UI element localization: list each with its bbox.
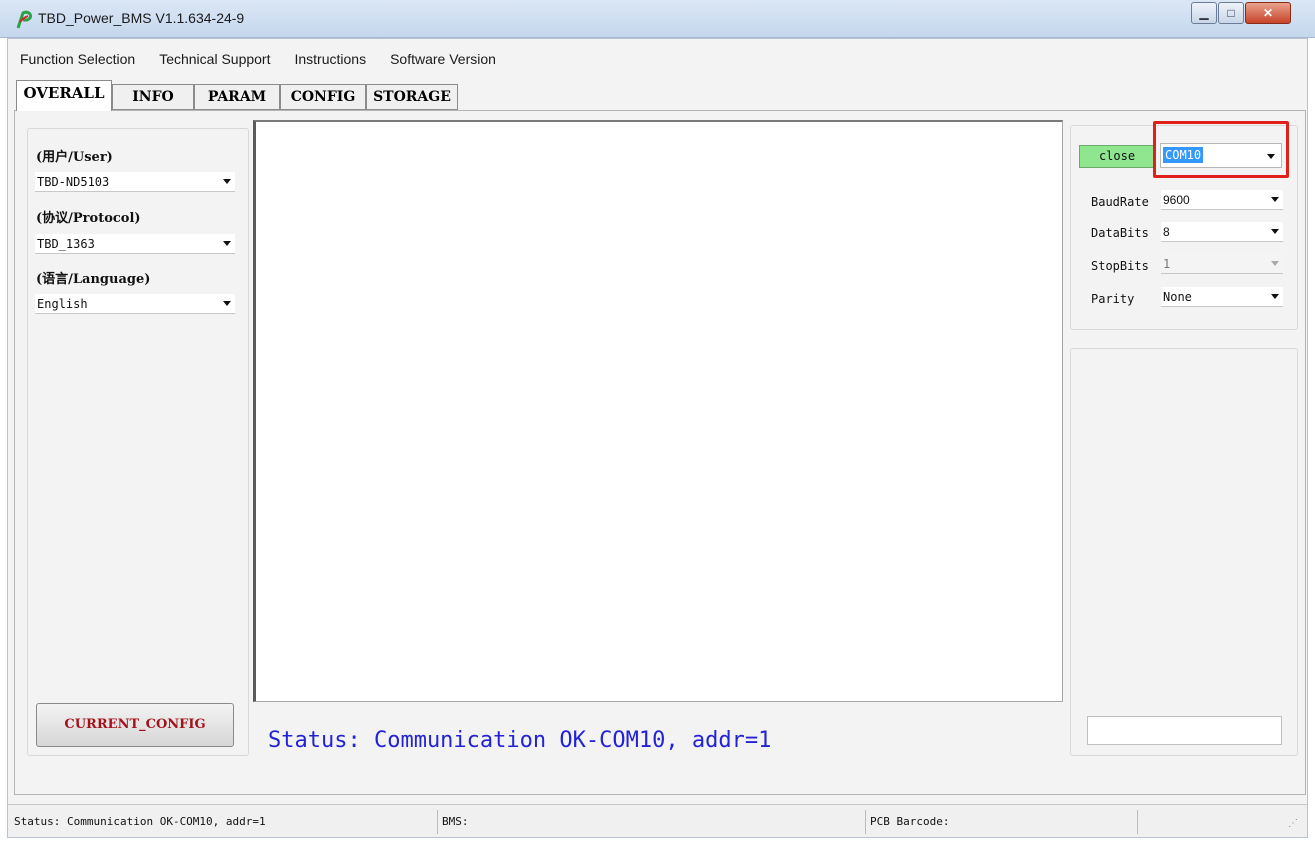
chevron-down-icon [223, 241, 231, 246]
maximize-button[interactable]: □ [1218, 2, 1244, 24]
app-logo-icon [16, 10, 33, 29]
chevron-down-icon [223, 301, 231, 306]
statusbar-pcb-barcode: PCB Barcode: [866, 810, 1138, 834]
menu-function-selection[interactable]: Function Selection [20, 51, 135, 67]
tab-info[interactable]: INFO [112, 84, 194, 110]
language-select-value: English [37, 297, 88, 311]
chevron-down-icon [1271, 294, 1279, 299]
minimize-icon: ▁ [1199, 6, 1209, 20]
parity-label: Parity [1091, 292, 1135, 306]
statusbar-bms: BMS: [438, 810, 866, 834]
right-info-panel [1070, 348, 1298, 756]
user-select-value: TBD-ND5103 [37, 175, 110, 189]
tab-config[interactable]: CONFIG [280, 84, 366, 110]
parity-value: None [1163, 290, 1192, 304]
display-area [253, 120, 1063, 702]
current-config-button[interactable]: CURRENT_CONFIG [36, 703, 234, 747]
stopbits-value: 1 [1163, 257, 1171, 271]
databits-label: DataBits [1091, 226, 1149, 240]
protocol-select-value: TBD_1363 [37, 237, 95, 251]
com-port-highlight [1153, 121, 1289, 178]
minimize-button[interactable]: ▁ [1191, 2, 1217, 24]
resize-grip-icon[interactable]: ⋰ [1288, 818, 1302, 832]
chevron-down-icon [1271, 229, 1279, 234]
protocol-select[interactable]: TBD_1363 [35, 234, 235, 254]
menu-instructions[interactable]: Instructions [294, 51, 366, 67]
baudrate-select[interactable]: 9600 [1161, 190, 1283, 210]
menu-software-version[interactable]: Software Version [390, 51, 496, 67]
baudrate-label: BaudRate [1091, 195, 1149, 209]
close-port-button[interactable]: close [1079, 145, 1155, 168]
databits-select[interactable]: 8 [1161, 222, 1283, 242]
menu-bar: Function Selection Technical Support Ins… [20, 44, 496, 74]
tab-param[interactable]: PARAM [194, 84, 280, 110]
menu-technical-support[interactable]: Technical Support [159, 51, 270, 67]
stopbits-select[interactable]: 1 [1161, 254, 1283, 274]
baudrate-value: 9600 [1163, 193, 1190, 207]
close-icon: ✕ [1262, 6, 1274, 20]
parity-select[interactable]: None [1161, 287, 1283, 307]
window-title: TBD_Power_BMS V1.1.634-24-9 [38, 10, 245, 26]
maximize-icon: □ [1227, 6, 1235, 20]
close-window-button[interactable]: ✕ [1245, 2, 1291, 24]
tab-storage[interactable]: STORAGE [366, 84, 458, 110]
chevron-down-icon [223, 179, 231, 184]
status-message: Status: Communication OK-COM10, addr=1 [268, 728, 772, 753]
protocol-label: (协议/Protocol) [36, 211, 141, 226]
chevron-down-icon [1271, 261, 1279, 266]
info-textbox[interactable] [1087, 716, 1282, 745]
databits-value: 8 [1163, 225, 1170, 239]
statusbar-status: Status: Communication OK-COM10, addr=1 [10, 810, 438, 834]
user-label: (用户/User) [36, 150, 113, 165]
tab-overall[interactable]: OVERALL [16, 80, 112, 111]
language-label: (语言/Language) [36, 272, 151, 287]
user-select[interactable]: TBD-ND5103 [35, 172, 235, 192]
stopbits-label: StopBits [1091, 259, 1149, 273]
language-select[interactable]: English [35, 294, 235, 314]
chevron-down-icon [1271, 197, 1279, 202]
